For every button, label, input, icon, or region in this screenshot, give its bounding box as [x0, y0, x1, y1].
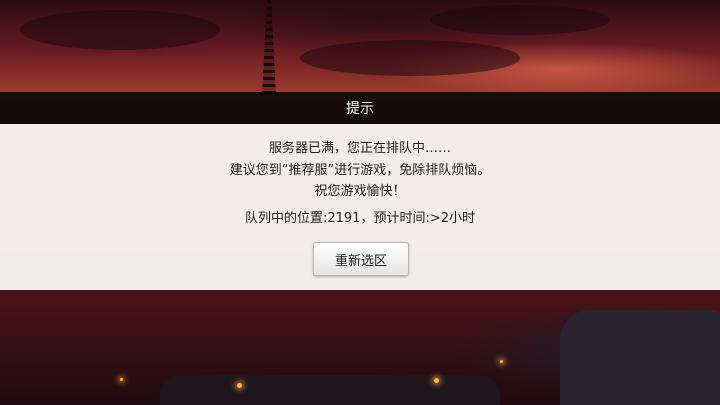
- ember-particle: [434, 378, 439, 383]
- reselect-server-button[interactable]: 重新选区: [313, 242, 409, 276]
- queue-dialog: 服务器已满，您正在排队中…… 建议您到“推荐服”进行游戏，免除排队烦恼。 祝您游…: [0, 124, 720, 290]
- server-full-message: 服务器已满，您正在排队中……: [268, 141, 451, 156]
- dialog-title-bar: 提示: [0, 92, 720, 124]
- background-ground: [0, 290, 720, 405]
- ember-particle: [500, 360, 503, 363]
- queue-position-text: 队列中的位置:2191，预计时间:>2小时: [244, 211, 475, 226]
- background-cloud: [300, 40, 520, 76]
- greeting-message: 祝您游戏愉快！: [314, 184, 406, 199]
- background-rock: [160, 375, 500, 405]
- background-cloud: [20, 10, 220, 50]
- dialog-title: 提示: [346, 101, 374, 117]
- background-rock: [560, 310, 720, 405]
- ember-particle: [120, 378, 123, 381]
- ember-particle: [237, 383, 242, 388]
- background-cloud: [430, 5, 610, 35]
- game-scene: 提示 服务器已满，您正在排队中…… 建议您到“推荐服”进行游戏，免除排队烦恼。 …: [0, 0, 720, 405]
- recommend-server-message: 建议您到“推荐服”进行游戏，免除排队烦恼。: [229, 163, 491, 178]
